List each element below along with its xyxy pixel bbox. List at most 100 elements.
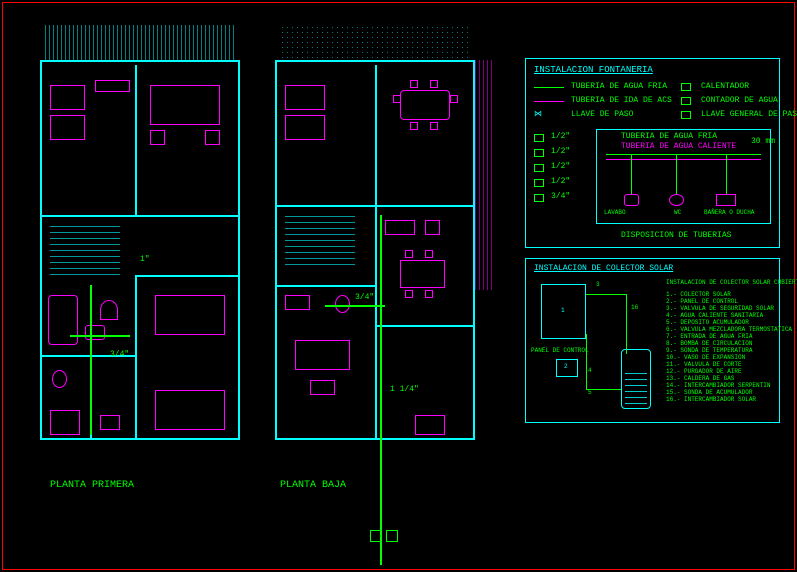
- list-item: 15.- SONDA DE ACUMULADOR: [666, 389, 792, 396]
- panel-label: PANEL DE CONTROL: [531, 347, 589, 354]
- list-item: 3.- VALVULA DE SEGURIDAD SOLAR: [666, 305, 792, 312]
- side-hatch: [475, 60, 493, 290]
- diag-drop: [726, 154, 727, 194]
- chair: [450, 95, 458, 103]
- size: 3/4": [551, 192, 570, 201]
- list-item: 8.- BOMBA DE CIRCULACION: [666, 340, 792, 347]
- serpentin: [625, 369, 647, 404]
- sink: [100, 415, 120, 430]
- list-item: 4.- AGUA CALIENTE SANITARIA: [666, 312, 792, 319]
- legend-title: INSTALACION DE COLECTOR SOLAR: [534, 264, 673, 273]
- bed: [155, 295, 225, 335]
- diag-pipe: [606, 154, 761, 155]
- fixture-label: LAVABO: [604, 209, 626, 216]
- dim-label: 1 1/4": [390, 385, 419, 394]
- wall: [375, 325, 475, 327]
- sub-title: DISPOSICION DE TUBERIAS: [621, 231, 731, 240]
- sub-title: INSTALACION DE COLECTOR SOLAR CUBIERTA: [666, 279, 797, 286]
- num: 1: [561, 307, 565, 314]
- list-item: 6.- VALVULA MEZCLADORA TERMOSTATICA: [666, 326, 792, 333]
- list-item: 1.- COLECTOR SOLAR: [666, 291, 792, 298]
- legend-solar: INSTALACION DE COLECTOR SOLAR INSTALACIO…: [525, 258, 780, 423]
- staircase: [285, 215, 355, 265]
- legend-title: INSTALACION FONTANERIA: [534, 65, 653, 75]
- sym-pipe-hot: [534, 101, 564, 102]
- sink: [285, 295, 310, 310]
- diag-lavabo: [624, 194, 639, 206]
- list-item: 7.- ENTRADA DE AGUA FRIA: [666, 333, 792, 340]
- solar-pipe: [586, 334, 587, 389]
- sofa: [285, 85, 325, 110]
- size: 1/2": [551, 132, 570, 141]
- chair: [410, 80, 418, 88]
- legend-item: LLAVE GENERAL DE PASO: [701, 110, 797, 119]
- valve-symbol: [386, 530, 398, 542]
- size: 1/2": [551, 147, 570, 156]
- num: 16: [631, 304, 638, 311]
- wardrobe: [95, 80, 130, 92]
- solar-pipe: [626, 294, 627, 354]
- bathtub: [48, 295, 78, 345]
- bed: [50, 115, 85, 140]
- plan-primera: 1" 3/4": [40, 25, 240, 445]
- sym: [534, 149, 544, 157]
- fixture-label: WC: [674, 209, 681, 216]
- wall: [375, 65, 377, 205]
- bed: [50, 85, 85, 110]
- staircase: [50, 225, 120, 275]
- wc: [100, 300, 118, 320]
- diag-pipe: [606, 159, 761, 160]
- list-item: 9.- SONDA DE TEMPERATURA: [666, 347, 792, 354]
- num: 5: [588, 389, 592, 396]
- num: 3: [596, 281, 600, 288]
- nightstand: [150, 130, 165, 145]
- wc: [335, 295, 350, 313]
- legend-item: CALENTADOR: [701, 82, 749, 91]
- solar-pipe: [586, 294, 626, 295]
- bed: [155, 390, 225, 430]
- size: 1/2": [551, 162, 570, 171]
- list-item: 11.- VALVULA DE CORTE: [666, 361, 792, 368]
- pipe-title: TUBERIA DE AGUA CALIENTE: [621, 142, 736, 151]
- num: 4: [588, 367, 592, 374]
- wall: [275, 285, 375, 287]
- chair: [430, 80, 438, 88]
- sofa: [285, 115, 325, 140]
- list-item: 10.- VASO DE EXPANSION: [666, 354, 792, 361]
- list-item: 12.- PURGADOR DE AIRE: [666, 368, 792, 375]
- cold-pipe: [70, 335, 130, 337]
- legend-item: TUBERIA DE IDA DE ACS: [571, 96, 672, 105]
- solar-pipe: [586, 389, 621, 390]
- list-item: 2.- PANEL DE CONTROL: [666, 298, 792, 305]
- chair: [393, 95, 401, 103]
- wall: [375, 205, 377, 440]
- nightstand: [205, 130, 220, 145]
- kitchen: [425, 220, 440, 235]
- shower: [50, 410, 80, 435]
- pipe-title: TUBERIA DE AGUA FRIA: [621, 132, 717, 141]
- balcony-hatch: [45, 25, 235, 60]
- cold-pipe: [325, 305, 385, 307]
- size: 1/2": [551, 177, 570, 186]
- list-item: 14.- INTERCAMBIADOR SERPENTIN: [666, 382, 792, 389]
- diag-tub: [716, 194, 736, 206]
- sym: [534, 134, 544, 142]
- ext-label: 30 mm: [751, 137, 775, 146]
- sym-heater: [681, 83, 691, 91]
- cold-pipe: [90, 285, 92, 435]
- table: [310, 380, 335, 395]
- plan-baja: 3/4" 1 1/4": [275, 25, 475, 445]
- wall: [135, 275, 240, 277]
- plan-title-primera: PLANTA PRIMERA: [50, 480, 134, 491]
- num: 2: [564, 363, 568, 370]
- wall: [135, 65, 137, 215]
- patio-hatch: [280, 25, 470, 60]
- chair: [405, 290, 413, 298]
- chair: [430, 122, 438, 130]
- chair: [410, 122, 418, 130]
- meter-symbol: [370, 530, 382, 542]
- list-item: 5.- DEPOSITO ACUMULADOR: [666, 319, 792, 326]
- legend-fontaneria: INSTALACION FONTANERIA TUBERIA DE AGUA F…: [525, 58, 780, 248]
- dim-label: 1": [140, 255, 150, 264]
- diag-drop: [631, 154, 632, 194]
